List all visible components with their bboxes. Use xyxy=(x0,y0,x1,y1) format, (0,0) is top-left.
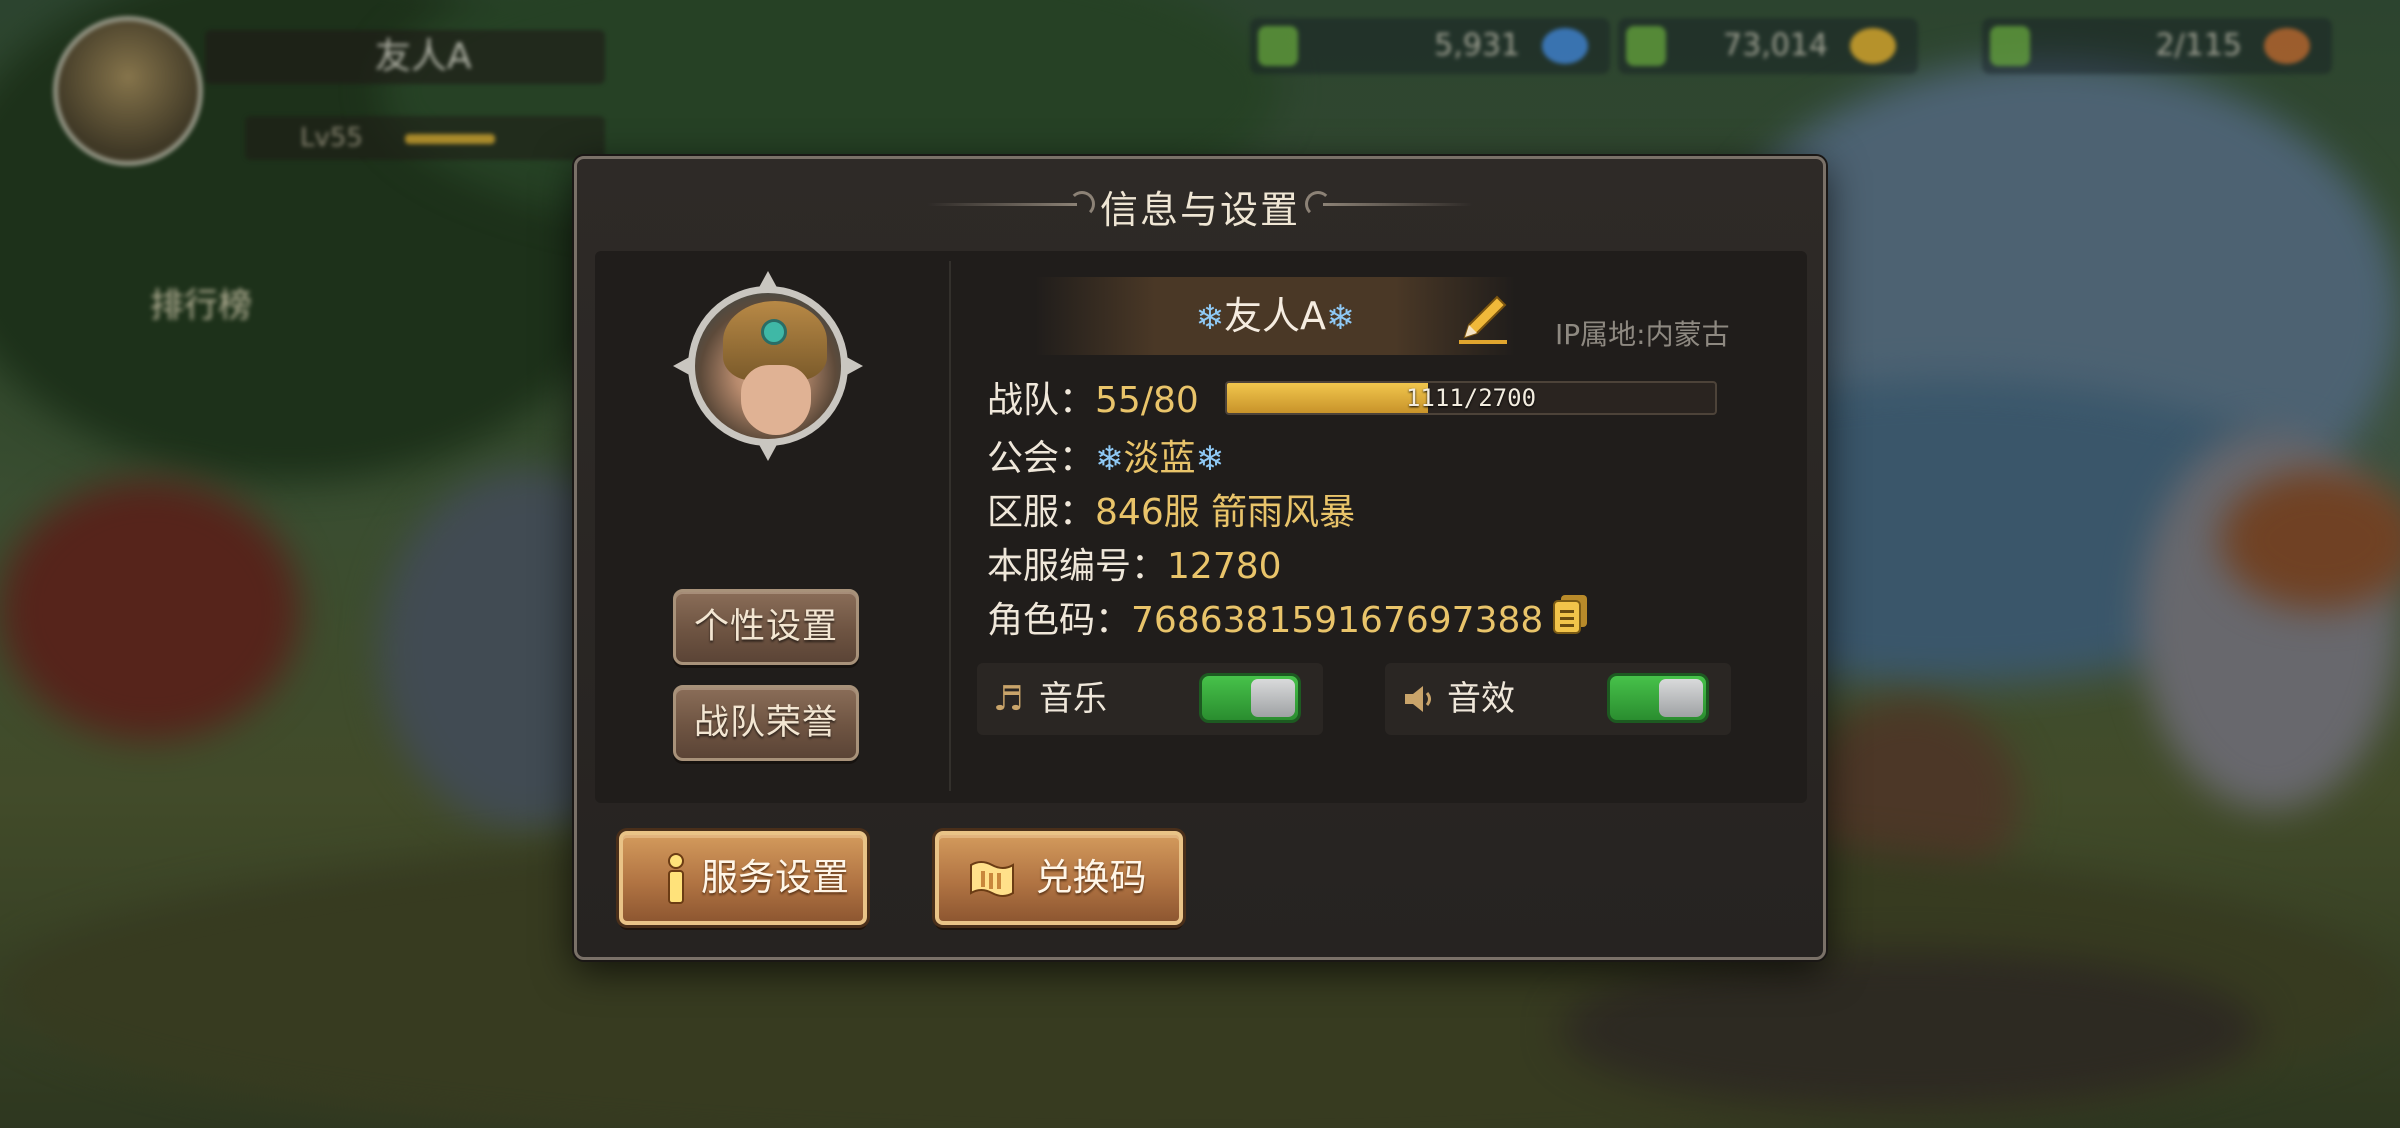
diamond-icon xyxy=(1542,28,1588,64)
hud-player-chip: 友人A Lv55 xyxy=(45,8,605,168)
server-id: 12780 xyxy=(1167,546,1282,587)
sfx-setting: 音效 xyxy=(1385,663,1731,735)
sfx-label: 音效 xyxy=(1447,679,1515,719)
ip-location: IP属地:内蒙古 xyxy=(1555,318,1730,351)
music-setting: ♬ 音乐 xyxy=(977,663,1323,735)
service-settings-label: 服务设置 xyxy=(701,856,849,899)
ticket-icon xyxy=(970,861,1014,897)
music-note-icon: ♬ xyxy=(993,679,1024,719)
role-code-label: 角色码： xyxy=(987,600,1132,641)
info-icon xyxy=(668,853,684,904)
dialog-content-panel: 个性设置 战队荣誉 ❄友人A❄ IP属地:内蒙古 战队：55/80 1111/2… xyxy=(595,251,1807,803)
team-row: 战队：55/80 xyxy=(987,371,1199,423)
service-settings-button[interactable]: 服务设置 xyxy=(619,831,867,925)
server-name: 846服 箭雨风暴 xyxy=(1095,492,1356,533)
dialog-title: 信息与设置 xyxy=(1099,188,1300,232)
music-toggle[interactable] xyxy=(1199,673,1301,723)
server-id-row: 本服编号：12780 xyxy=(987,537,1282,589)
role-code: 768638159167697388 xyxy=(1131,600,1544,641)
role-code-row: 角色码：768638159167697388 xyxy=(987,591,1543,643)
avatar-portrait xyxy=(688,286,848,446)
team-xp-bar: 1111/2700 xyxy=(1225,381,1717,415)
snowflake-icon: ❄ xyxy=(1095,439,1124,479)
server-row: 区服：846服 箭雨风暴 xyxy=(987,483,1355,535)
pencil-edit-icon[interactable] xyxy=(1453,285,1513,345)
hud-avatar xyxy=(53,16,203,166)
player-avatar[interactable] xyxy=(673,271,863,461)
currency-value: 2/115 xyxy=(2155,28,2242,63)
currency-value: 73,014 xyxy=(1723,28,1828,63)
gold-coin-icon xyxy=(1850,28,1896,64)
team-xp-text: 1111/2700 xyxy=(1405,384,1537,412)
snowflake-icon: ❄ xyxy=(1326,298,1355,338)
add-icon xyxy=(1258,26,1298,66)
personalize-button[interactable]: 个性设置 xyxy=(673,589,859,665)
guild-row: 公会：❄淡蓝❄ xyxy=(987,429,1224,481)
redeem-code-label: 兑换码 xyxy=(1035,856,1147,899)
add-icon xyxy=(1626,26,1666,66)
player-name: ❄友人A❄ xyxy=(1195,294,1355,338)
add-icon xyxy=(1990,26,2030,66)
speaker-icon xyxy=(1405,686,1431,712)
server-id-label: 本服编号： xyxy=(987,546,1168,587)
server-label: 区服： xyxy=(987,492,1096,533)
hud-level-text: Lv55 xyxy=(300,123,363,153)
leaderboard-label: 排行榜 xyxy=(150,286,252,326)
guild-label: 公会： xyxy=(987,438,1096,479)
copy-icon[interactable] xyxy=(1551,593,1591,635)
redeem-code-button[interactable]: 兑换码 xyxy=(935,831,1183,925)
team-honor-button[interactable]: 战队荣誉 xyxy=(673,685,859,761)
panel-divider xyxy=(949,261,951,791)
info-settings-dialog: 信息与设置 个性设置 战队荣誉 ❄友人A❄ IP属地:内蒙古 战队：55/80 … xyxy=(574,156,1826,960)
player-name-bar: ❄友人A❄ xyxy=(1035,277,1515,355)
snowflake-icon: ❄ xyxy=(1195,298,1225,338)
hud-level-bar: Lv55 xyxy=(245,116,605,160)
snowflake-icon: ❄ xyxy=(1195,439,1225,479)
hud-player-name: 友人A xyxy=(205,30,605,84)
sfx-toggle[interactable] xyxy=(1607,673,1709,723)
team-label: 战队： xyxy=(987,380,1096,421)
currency-value: 5,931 xyxy=(1434,28,1520,63)
currency-diamond[interactable]: 5,931 xyxy=(1250,18,1610,74)
currency-gold[interactable]: 73,014 xyxy=(1618,18,1918,74)
music-label: 音乐 xyxy=(1039,679,1107,719)
meat-icon xyxy=(2264,28,2310,64)
team-level: 55/80 xyxy=(1095,380,1199,421)
currency-stamina[interactable]: 2/115 xyxy=(1982,18,2332,74)
guild-name: 淡蓝 xyxy=(1123,438,1196,479)
